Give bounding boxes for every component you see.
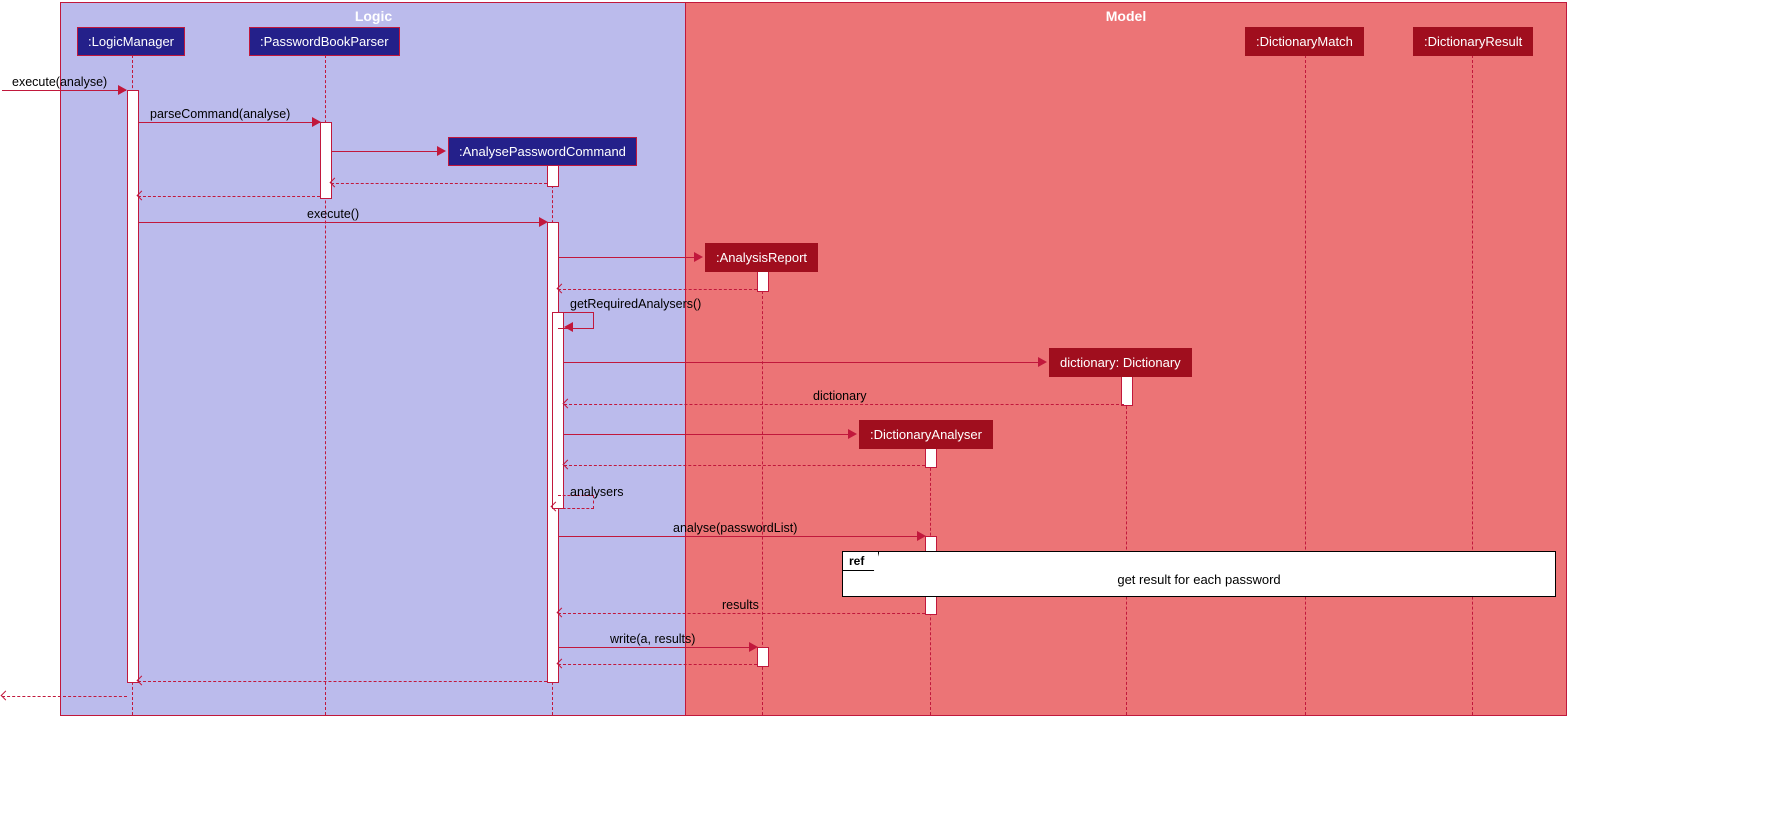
participant-logic-manager: :LogicManager — [77, 27, 185, 56]
arrowhead-create-analyse-command — [437, 146, 446, 156]
arrowhead-execute-analyse — [118, 85, 127, 95]
arrow-write-results — [558, 647, 756, 648]
ref-frame-text: get result for each password — [843, 552, 1555, 587]
msg-execute: execute() — [307, 207, 359, 221]
msg-parse-command: parseCommand(analyse) — [150, 107, 290, 121]
arrow-execute-analyse — [2, 90, 126, 91]
arrow-create-analyse-command — [331, 151, 444, 152]
arrow-create-analysis-report — [558, 257, 701, 258]
sequence-diagram: Logic Model :LogicManager :PasswordBookP… — [0, 0, 1783, 825]
arrow-return-execute — [138, 681, 547, 682]
arrow-final-return — [2, 696, 127, 697]
participant-analysis-report: :AnalysisReport — [705, 243, 818, 272]
arrow-parse-command — [138, 122, 320, 123]
arrowhead-create-dictionary — [1038, 357, 1047, 367]
arrowhead-execute — [539, 217, 548, 227]
ref-frame-label: ref — [843, 552, 879, 571]
lifeline-dictionary — [1126, 376, 1127, 715]
activation-analyse-password-command-inner — [552, 312, 564, 509]
arrowhead-write-results — [749, 642, 758, 652]
arrowhead-create-dictionary-analyser — [848, 429, 857, 439]
arrow-execute — [138, 222, 546, 223]
activation-dictionary-analyser-1 — [925, 448, 937, 468]
arrow-return-dictionary — [564, 404, 1124, 405]
arrow-create-dictionary-analyser — [564, 434, 854, 435]
msg-dictionary-return: dictionary — [813, 389, 867, 403]
arrowhead-analyse-password-list — [917, 531, 926, 541]
msg-write-results: write(a, results) — [610, 632, 695, 646]
msg-analysers: analysers — [570, 485, 624, 499]
arrow-return-analysis-report — [558, 289, 757, 290]
ref-frame: ref get result for each password — [842, 551, 1556, 597]
arrow-results — [558, 613, 925, 614]
arrow-create-dictionary — [564, 362, 1044, 363]
activation-analyse-password-command-1 — [547, 165, 559, 187]
activation-analysis-report-2 — [757, 647, 769, 667]
zone-model-label: Model — [686, 8, 1566, 24]
activation-analysis-report-1 — [757, 270, 769, 292]
activation-logic-manager — [127, 90, 139, 683]
zone-logic-label: Logic — [61, 8, 686, 24]
arrow-return-dictionary-analyser — [564, 465, 925, 466]
participant-analyse-password-command: :AnalysePasswordCommand — [448, 137, 637, 166]
participant-dictionary-match: :DictionaryMatch — [1245, 27, 1364, 56]
arrow-return-analyse-command — [331, 183, 547, 184]
msg-analyse-password-list: analyse(passwordList) — [673, 521, 797, 535]
participant-dictionary: dictionary: Dictionary — [1049, 348, 1192, 377]
arrowhead-selfcall — [564, 322, 573, 332]
lifeline-dictionary-match — [1305, 55, 1306, 715]
participant-dictionary-analyser: :DictionaryAnalyser — [859, 420, 993, 449]
participant-password-book-parser: :PasswordBookParser — [249, 27, 400, 56]
msg-results: results — [722, 598, 759, 612]
arrowhead-parse-command — [312, 117, 321, 127]
arrow-return-parser — [138, 196, 320, 197]
arrowhead-create-analysis-report — [694, 252, 703, 262]
lifeline-dictionary-result — [1472, 55, 1473, 715]
arrowhead-final-return — [1, 691, 11, 701]
arrow-analyse-password-list — [558, 536, 924, 537]
activation-dictionary — [1121, 376, 1133, 406]
msg-execute-analyse: execute(analyse) — [12, 75, 107, 89]
activation-password-book-parser — [320, 122, 332, 199]
msg-get-required-analysers: getRequiredAnalysers() — [570, 297, 701, 311]
arrow-return-write — [558, 664, 757, 665]
participant-dictionary-result: :DictionaryResult — [1413, 27, 1533, 56]
